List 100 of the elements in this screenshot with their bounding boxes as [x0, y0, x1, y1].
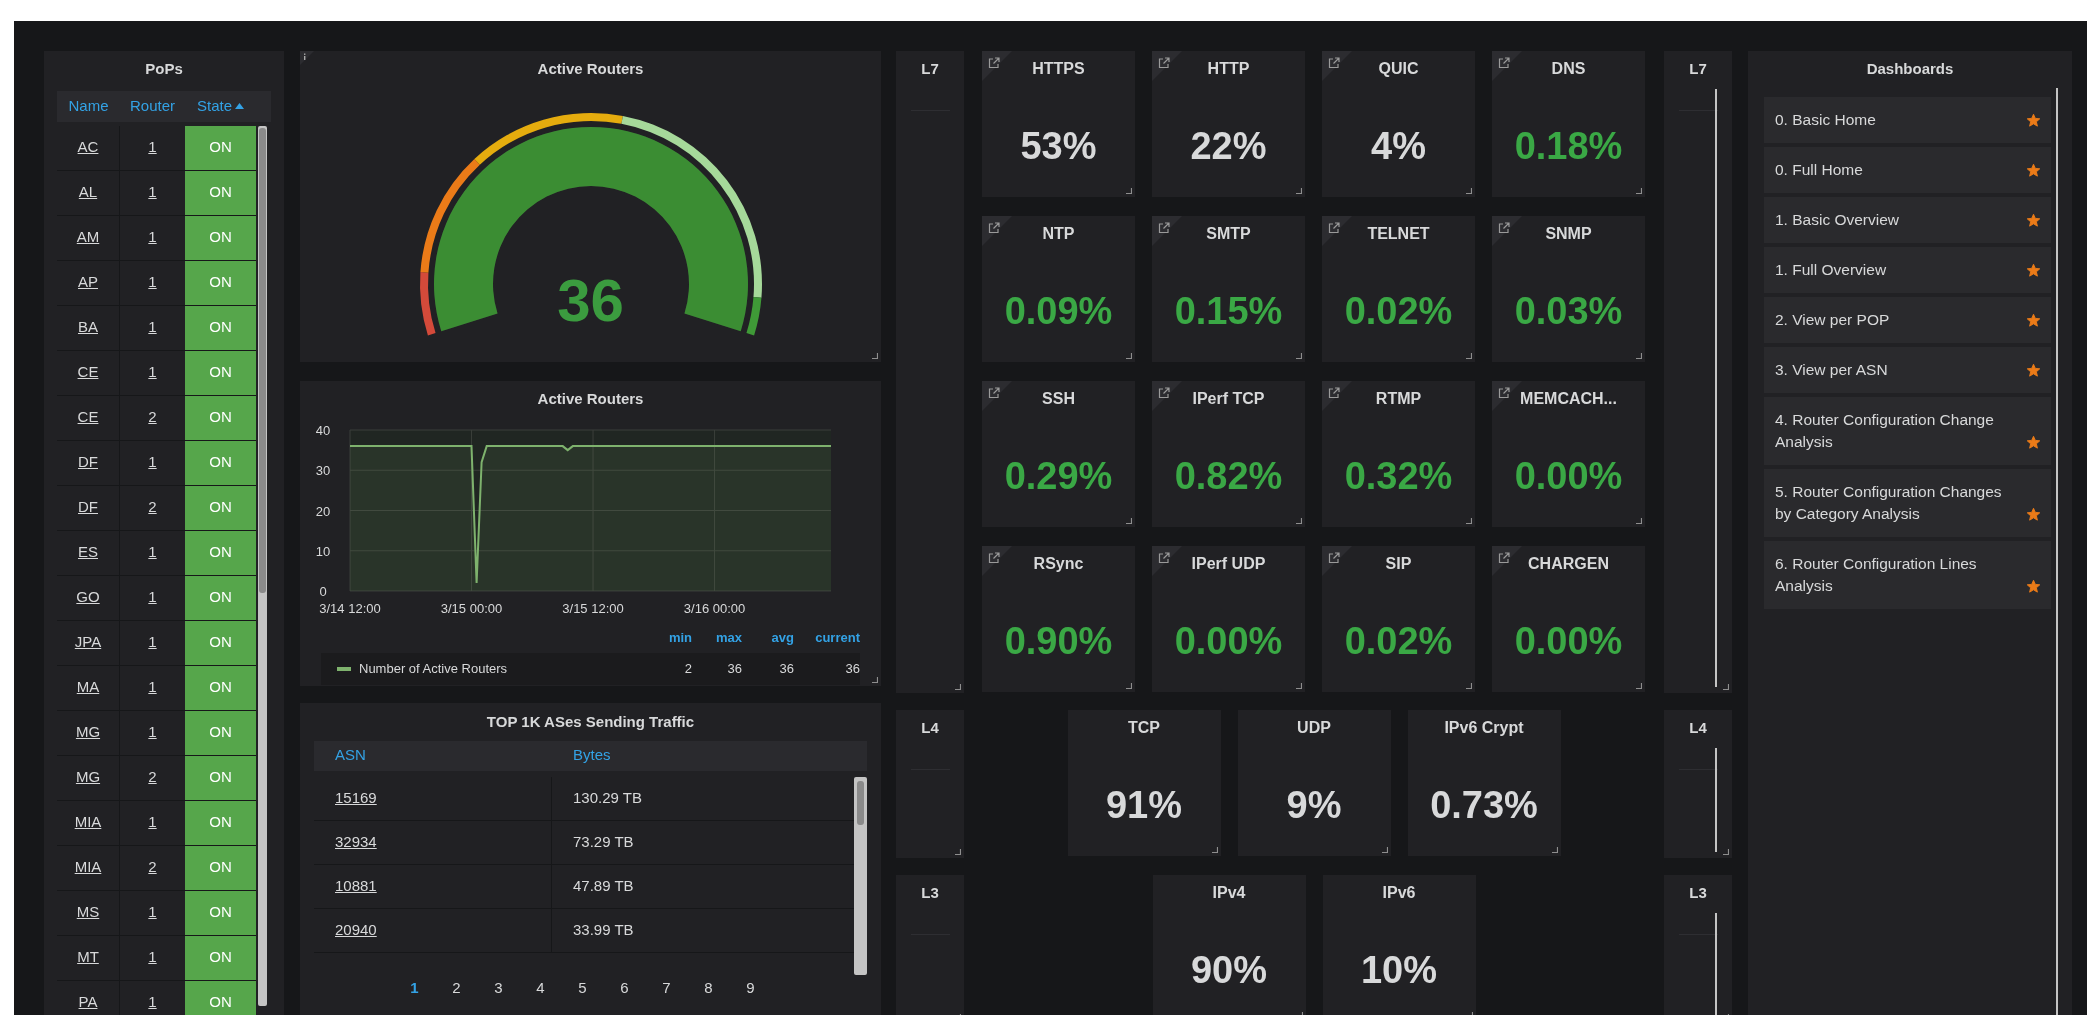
stat-tile[interactable]: RTMP 0.32% [1322, 381, 1475, 527]
stat-tile[interactable]: SSH 0.29% [982, 381, 1135, 527]
resize-handle-icon[interactable] [1723, 849, 1729, 855]
legend-header[interactable]: min [668, 630, 692, 646]
page-link[interactable]: 6 [616, 976, 633, 1000]
router-link[interactable]: 2 [148, 496, 157, 519]
dashboard-link[interactable]: 1. Full Overview [1764, 247, 2051, 293]
pop-name-link[interactable]: DF [78, 451, 98, 474]
star-icon[interactable] [2026, 507, 2041, 522]
stat-tile[interactable]: UDP 9% [1237, 710, 1391, 856]
router-link[interactable]: 1 [148, 271, 157, 294]
external-link-icon[interactable] [1322, 381, 1352, 411]
resize-handle-icon[interactable] [1381, 847, 1388, 853]
resize-handle-icon[interactable] [1296, 518, 1302, 524]
resize-handle-icon[interactable] [872, 676, 878, 683]
page-link[interactable]: 7 [658, 976, 675, 1000]
resize-handle-icon[interactable] [1126, 518, 1132, 524]
resize-handle-icon[interactable] [1466, 518, 1472, 524]
router-link[interactable]: 1 [148, 721, 157, 744]
dashboard-link[interactable]: 3. View per ASN [1764, 347, 2051, 393]
pop-name-link[interactable]: PA [78, 991, 98, 1014]
legend-row[interactable]: Number of Active Routers 2 36 36 36 [321, 653, 860, 685]
resize-handle-icon[interactable] [1126, 683, 1132, 689]
router-link[interactable]: 1 [148, 136, 157, 159]
pop-name-link[interactable]: MT [77, 946, 99, 969]
dashboard-link[interactable]: 0. Basic Home [1764, 97, 2051, 143]
router-link[interactable]: 2 [148, 856, 157, 879]
star-icon[interactable] [2026, 113, 2041, 128]
column-header[interactable]: State [185, 94, 256, 118]
stat-tile[interactable]: IPerf UDP 0.00% [1152, 546, 1305, 692]
router-link[interactable]: 1 [148, 541, 157, 564]
star-icon[interactable] [2026, 163, 2041, 178]
resize-handle-icon[interactable] [872, 353, 878, 359]
external-link-icon[interactable] [1322, 546, 1352, 576]
asn-link[interactable]: 20940 [335, 918, 377, 942]
stat-tile[interactable]: SMTP 0.15% [1152, 216, 1305, 362]
resize-handle-icon[interactable] [1636, 683, 1642, 689]
asn-link[interactable]: 32934 [335, 830, 377, 854]
column-header[interactable]: Bytes [573, 746, 611, 764]
scrollbar[interactable] [258, 125, 267, 1006]
external-link-icon[interactable] [982, 546, 1012, 576]
stat-tile[interactable]: MEMCACH... 0.00% [1492, 381, 1645, 527]
resize-handle-icon[interactable] [1636, 353, 1642, 359]
pop-name-link[interactable]: MIA [74, 811, 102, 834]
stat-tile[interactable]: HTTPS 53% [982, 51, 1135, 197]
asn-link[interactable]: 10881 [335, 874, 377, 898]
column-header[interactable]: Router [120, 94, 185, 118]
external-link-icon[interactable] [1152, 216, 1182, 246]
resize-handle-icon[interactable] [1636, 188, 1642, 194]
router-link[interactable]: 1 [148, 586, 157, 609]
stat-tile[interactable]: IPv4 90% [1152, 875, 1306, 1015]
external-link-icon[interactable] [1492, 546, 1522, 576]
router-link[interactable]: 1 [148, 631, 157, 654]
resize-handle-icon[interactable] [1296, 353, 1302, 359]
dashboard-link[interactable]: 4. Router Configuration Change Analysis [1764, 397, 2051, 465]
pop-name-link[interactable]: BA [78, 316, 98, 339]
info-icon[interactable] [300, 51, 314, 65]
pop-name-link[interactable]: MG [75, 721, 101, 744]
external-link-icon[interactable] [982, 381, 1012, 411]
page-link[interactable]: 3 [490, 976, 507, 1000]
stat-tile[interactable]: IPerf TCP 0.82% [1152, 381, 1305, 527]
page-link[interactable]: 5 [574, 976, 591, 1000]
router-link[interactable]: 1 [148, 181, 157, 204]
dashboard-link[interactable]: 1. Basic Overview [1764, 197, 2051, 243]
resize-handle-icon[interactable] [955, 849, 961, 855]
external-link-icon[interactable] [1322, 51, 1352, 81]
dashboard-link[interactable]: 5. Router Configuration Changes by Category Analysis [1764, 469, 2051, 537]
router-link[interactable]: 2 [148, 406, 157, 429]
external-link-icon[interactable] [1152, 546, 1182, 576]
page-link[interactable]: 1 [406, 976, 423, 1000]
page-link[interactable]: 4 [532, 976, 549, 1000]
scrollbar[interactable] [854, 776, 867, 975]
stat-tile[interactable]: TELNET 0.02% [1322, 216, 1475, 362]
resize-handle-icon[interactable] [1723, 684, 1729, 690]
router-link[interactable]: 1 [148, 991, 157, 1014]
scrollbar[interactable] [1715, 913, 1717, 1015]
resize-handle-icon[interactable] [1466, 353, 1472, 359]
router-link[interactable]: 1 [148, 811, 157, 834]
external-link-icon[interactable] [1322, 216, 1352, 246]
external-link-icon[interactable] [1492, 51, 1522, 81]
external-link-icon[interactable] [1492, 381, 1522, 411]
resize-handle-icon[interactable] [955, 684, 961, 690]
stat-tile[interactable]: IPv6 Crypt 0.73% [1407, 710, 1561, 856]
pop-name-link[interactable]: CE [77, 406, 99, 429]
column-header[interactable]: Name [57, 94, 120, 118]
resize-handle-icon[interactable] [1466, 188, 1472, 194]
star-icon[interactable] [2026, 263, 2041, 278]
pop-name-link[interactable]: CE [77, 361, 99, 384]
pop-name-link[interactable]: AP [78, 271, 98, 294]
stat-tile[interactable]: HTTP 22% [1152, 51, 1305, 197]
router-link[interactable]: 1 [148, 901, 157, 924]
external-link-icon[interactable] [982, 216, 1012, 246]
dashboard-link[interactable]: 0. Full Home [1764, 147, 2051, 193]
scrollbar[interactable] [1715, 748, 1717, 852]
page-link[interactable]: 2 [448, 976, 465, 1000]
legend-header[interactable]: max [715, 630, 742, 646]
stat-tile[interactable]: IPv6 10% [1322, 875, 1476, 1015]
pop-name-link[interactable]: MA [76, 676, 100, 699]
pop-name-link[interactable]: GO [76, 586, 100, 609]
stat-tile[interactable]: SNMP 0.03% [1492, 216, 1645, 362]
